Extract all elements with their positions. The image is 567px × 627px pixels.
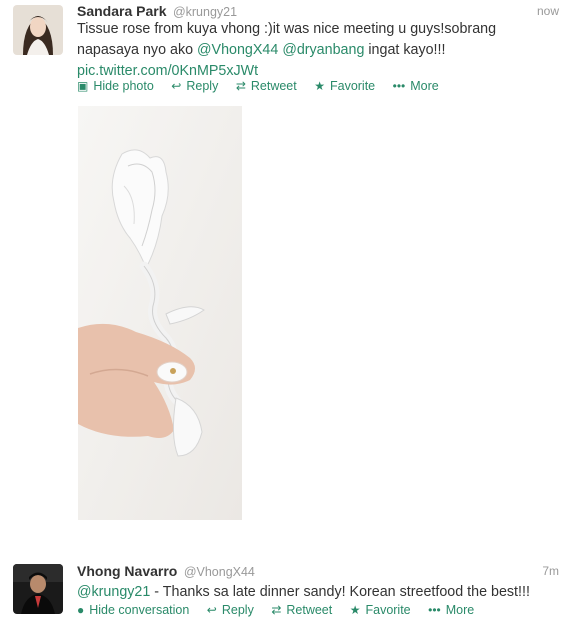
- more-icon: •••: [392, 79, 406, 93]
- username[interactable]: @VhongX44: [184, 565, 255, 579]
- retweet-label: Retweet: [250, 79, 297, 93]
- retweet-button[interactable]: ⇄ Retweet: [271, 603, 332, 617]
- display-name[interactable]: Vhong Navarro: [77, 563, 177, 579]
- star-icon: ★: [349, 603, 361, 617]
- mention-link[interactable]: @krungy21: [77, 584, 150, 600]
- favorite-button[interactable]: ★ Favorite: [314, 79, 375, 93]
- hide-conversation-button[interactable]: ● Hide conversation: [77, 603, 189, 617]
- text-segment: ingat kayo!!!: [364, 42, 446, 58]
- more-label: More: [445, 603, 475, 617]
- tweet-text: Tissue rose from kuya vhong :)it was nic…: [77, 19, 557, 82]
- mention-link[interactable]: @dryanbang: [282, 42, 364, 58]
- tweet-item: Vhong Navarro @VhongX44 7m @krungy21 - T…: [0, 556, 567, 627]
- retweet-icon: ⇄: [271, 603, 282, 617]
- reply-icon: ↩: [206, 603, 217, 617]
- tweet-item: Sandara Park @krungy21 now Tissue rose f…: [0, 0, 567, 530]
- more-label: More: [410, 79, 439, 93]
- reply-label: Reply: [221, 603, 254, 617]
- photo-icon: ▣: [77, 79, 89, 93]
- tweet-actions: ▣ Hide photo ↩ Reply ⇄ Retweet ★ Favorite ••…: [77, 79, 559, 95]
- timestamp[interactable]: now: [537, 4, 559, 18]
- reply-label: Reply: [186, 79, 219, 93]
- avatar[interactable]: [13, 5, 63, 55]
- timestamp[interactable]: 7m: [542, 564, 559, 578]
- reply-button[interactable]: ↩ Reply: [207, 603, 254, 617]
- avatar[interactable]: [13, 564, 63, 614]
- hide-photo-label: Hide photo: [93, 79, 154, 93]
- reply-icon: ↩: [171, 79, 182, 93]
- retweet-button[interactable]: ⇄ Retweet: [236, 79, 297, 93]
- display-name[interactable]: Sandara Park: [77, 3, 167, 19]
- more-button[interactable]: ••• More: [428, 603, 474, 617]
- tweet-actions: ● Hide conversation ↩ Reply ⇄ Retweet ★ Favo…: [77, 603, 559, 619]
- hide-conversation-label: Hide conversation: [89, 603, 190, 617]
- mention-link[interactable]: @VhongX44: [197, 42, 278, 58]
- text-segment: - Thanks sa late dinner sandy! Korean st…: [150, 584, 530, 600]
- more-button[interactable]: ••• More: [393, 79, 439, 93]
- reply-button[interactable]: ↩ Reply: [171, 79, 218, 93]
- retweet-label: Retweet: [286, 603, 333, 617]
- hide-photo-button[interactable]: ▣ Hide photo: [77, 79, 154, 93]
- star-icon: ★: [314, 79, 325, 93]
- favorite-label: Favorite: [365, 603, 411, 617]
- favorite-button[interactable]: ★ Favorite: [350, 603, 411, 617]
- tweet-photo[interactable]: [78, 106, 242, 520]
- conversation-icon: ●: [77, 603, 85, 617]
- username[interactable]: @krungy21: [173, 5, 237, 19]
- tweet-text: @krungy21 - Thanks sa late dinner sandy!…: [77, 582, 557, 603]
- more-icon: •••: [428, 603, 441, 617]
- media-link[interactable]: pic.twitter.com/0KnMP5xJWt: [77, 63, 258, 79]
- retweet-icon: ⇄: [235, 79, 246, 93]
- favorite-label: Favorite: [329, 79, 376, 93]
- tweet-header: Vhong Navarro @VhongX44 7m: [77, 563, 559, 581]
